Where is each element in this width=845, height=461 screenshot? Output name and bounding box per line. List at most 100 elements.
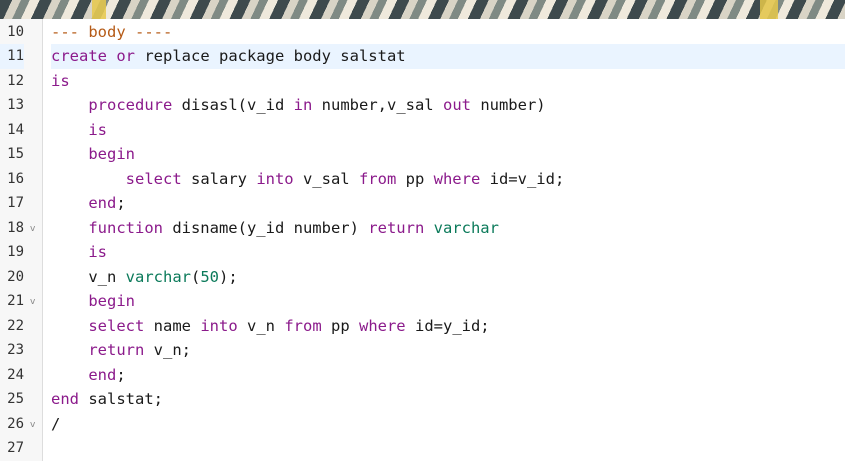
line-number: 12 [7, 72, 24, 89]
code-line[interactable]: 13 procedure disasl(v_id in number,v_sal… [0, 93, 845, 118]
line-number: 11 [0, 44, 24, 69]
keyword-token: begin [51, 292, 135, 310]
code-text: procedure disasl(v_id in number,v_sal ou… [51, 93, 845, 118]
code-text: is [51, 69, 845, 94]
code-line[interactable]: 27 [0, 436, 845, 461]
keyword-token: out [442, 96, 471, 114]
line-number: 25 [7, 391, 24, 407]
code-token: number) [470, 96, 546, 114]
code-text: is [51, 240, 845, 265]
code-line[interactable]: 26 v / [0, 412, 845, 437]
banner-stripe [760, 0, 778, 19]
code-line[interactable]: 19 is [0, 240, 845, 265]
code-token: pp [321, 316, 359, 335]
code-text: / [51, 412, 845, 437]
code-token: disasl(v_id [172, 96, 294, 114]
keyword-token: is [51, 71, 70, 90]
code-text: select name into v_n from pp where id=y_… [51, 314, 845, 339]
code-line[interactable]: 23 return v_n; [0, 338, 845, 363]
code-token: ( [190, 267, 201, 286]
code-token: disname(y_id number) [162, 218, 369, 237]
banner-stripe [92, 0, 106, 19]
line-number: 15 [7, 146, 24, 162]
code-text: return v_n; [51, 338, 845, 363]
code-line[interactable]: 24 end; [0, 363, 845, 388]
code-token: v_n; [144, 341, 191, 359]
keyword-token: begin [51, 145, 135, 163]
code-token: replace package body salstat [144, 47, 406, 65]
fold-chevron-icon[interactable]: v [30, 413, 35, 438]
code-line[interactable]: 16 select salary into v_sal from pp wher… [0, 167, 845, 192]
keyword-token: from [358, 169, 397, 188]
keyword-token: where [433, 169, 481, 188]
fold-chevron-icon[interactable]: v [30, 217, 35, 242]
keyword-token: into [256, 169, 294, 188]
keyword-token: in [293, 96, 313, 114]
type-token: varchar [433, 218, 499, 237]
keyword-token: select [51, 316, 145, 335]
code-token: ); [219, 267, 238, 286]
code-text: function disname(y_id number) return var… [51, 216, 845, 241]
keyword-token: where [358, 316, 406, 335]
decorative-banner [0, 0, 845, 19]
line-number: 17 [7, 195, 24, 211]
code-token: number,v_sal [312, 96, 443, 114]
keyword-token: end [51, 390, 79, 408]
code-line[interactable]: 22 select name into v_n from pp where id… [0, 314, 845, 339]
keyword-token: into [200, 316, 238, 335]
code-text: --- body ---- [51, 20, 845, 45]
line-number: 21 [7, 293, 24, 309]
code-line[interactable]: 25 end salstat; [0, 387, 845, 412]
code-text: create or replace package body salstat [51, 44, 845, 69]
code-token: id=y_id; [405, 316, 490, 335]
fold-chevron-icon[interactable]: v [30, 290, 35, 315]
code-text: end; [51, 191, 845, 216]
code-text: end salstat; [51, 387, 845, 412]
code-text: begin [51, 142, 845, 167]
code-token: pp [396, 169, 434, 188]
keyword-token: select [51, 169, 182, 188]
code-line[interactable]: 12 is [0, 69, 845, 94]
code-token: salstat; [79, 390, 163, 408]
code-token: v_sal [293, 169, 359, 188]
keyword-token: is [51, 120, 107, 139]
line-number: 13 [7, 97, 24, 113]
code-token: v_n [51, 267, 126, 286]
code-token: name [144, 316, 201, 335]
keyword-token: function [51, 218, 163, 237]
code-editor[interactable]: 10 --- body ---- 11 create or replace packa… [0, 19, 845, 461]
code-text: is [51, 118, 845, 143]
keyword-token: procedure [51, 96, 173, 114]
line-number: 22 [7, 317, 24, 334]
code-line[interactable]: 18 v function disname(y_id number) return… [0, 216, 845, 241]
code-token: ; [116, 365, 126, 384]
code-token: id=v_id; [480, 169, 565, 188]
code-line[interactable]: 17 end; [0, 191, 845, 216]
keyword-token: return [51, 341, 145, 359]
code-text: v_n varchar(50); [51, 265, 845, 290]
keyword-token: create [51, 47, 117, 65]
keyword-token: from [284, 316, 322, 335]
line-number: 23 [7, 342, 24, 358]
code-token: v_n [237, 316, 285, 335]
code-line[interactable]: 20 v_n varchar(50); [0, 265, 845, 290]
keyword-token: end [51, 194, 117, 212]
code-line[interactable]: 11 create or replace package body salstat [0, 44, 845, 69]
type-token: varchar [125, 267, 191, 286]
code-line[interactable]: 21 v begin [0, 289, 845, 314]
number-token: 50 [200, 267, 219, 286]
code-line[interactable]: 10 --- body ---- [0, 20, 845, 45]
keyword-token: is [51, 243, 107, 261]
code-token: / [51, 414, 61, 433]
keyword-token: or [116, 47, 145, 65]
line-number: 27 [7, 440, 24, 456]
line-number: 14 [7, 121, 24, 138]
code-text: end; [51, 363, 845, 388]
line-number: 20 [7, 268, 24, 285]
code-line[interactable]: 14 is [0, 118, 845, 143]
code-text: begin [51, 289, 845, 314]
code-line[interactable]: 15 begin [0, 142, 845, 167]
code-text: select salary into v_sal from pp where i… [51, 167, 845, 192]
line-number: 19 [7, 244, 24, 260]
